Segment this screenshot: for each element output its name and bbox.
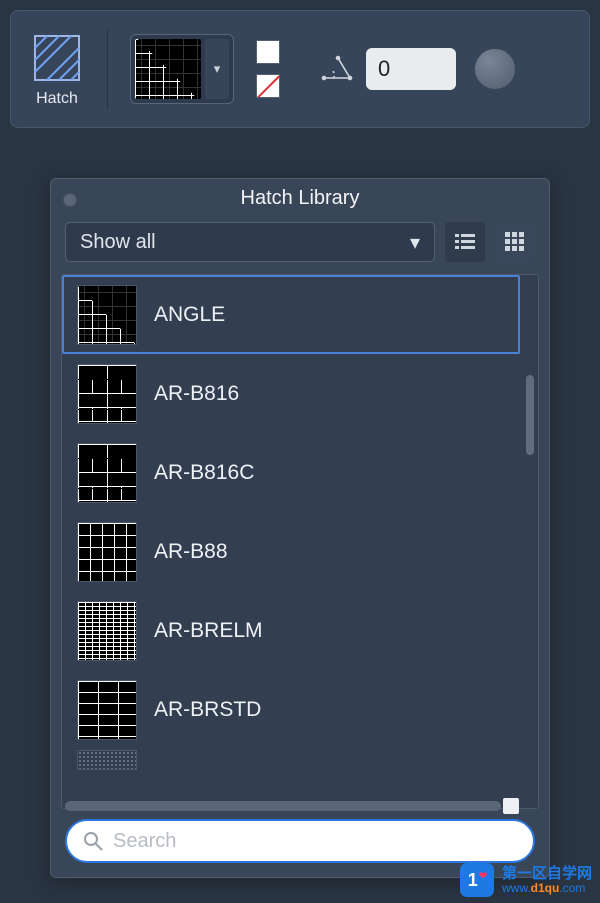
watermark: 1❤ 第一区自学网 www.d1qu.com	[460, 863, 592, 897]
watermark-text: 第一区自学网 www.d1qu.com	[502, 866, 592, 894]
hatch-tool-label: Hatch	[36, 90, 78, 108]
scrollbar-horizontal-thumb[interactable]	[503, 798, 519, 814]
list-view-button[interactable]	[445, 222, 485, 262]
list-item[interactable]: AR-B88	[62, 512, 520, 591]
pattern-thumb	[78, 365, 136, 423]
pattern-picker[interactable]: ▾	[130, 34, 234, 104]
color-swatches	[256, 40, 280, 98]
angle-group	[320, 48, 516, 90]
list-item[interactable]: AR-B816	[62, 354, 520, 433]
chevron-down-icon: ▾	[205, 39, 229, 99]
pattern-thumb	[78, 523, 136, 581]
scrollbar-vertical[interactable]	[526, 375, 534, 455]
search-field[interactable]	[65, 819, 535, 863]
pattern-thumb	[78, 751, 136, 769]
scrollbar-horizontal[interactable]	[65, 801, 501, 811]
pattern-label: AR-BRELM	[154, 619, 263, 643]
pattern-thumb	[78, 602, 136, 660]
pattern-thumb	[78, 681, 136, 739]
watermark-badge: 1❤	[460, 863, 494, 897]
search-icon	[83, 831, 103, 851]
list-item[interactable]: AR-BRSTD	[62, 670, 520, 749]
background-color-swatch[interactable]	[256, 74, 280, 98]
pattern-label: AR-B88	[154, 540, 228, 564]
pattern-label: ANGLE	[154, 303, 225, 327]
foreground-color-swatch[interactable]	[256, 40, 280, 64]
separator	[107, 29, 108, 109]
pattern-label: AR-BRSTD	[154, 698, 261, 722]
pattern-thumb	[78, 444, 136, 502]
angle-icon	[320, 52, 354, 87]
list-item[interactable]	[62, 749, 520, 775]
filter-label: Show all	[80, 231, 156, 254]
hatch-tool-button[interactable]: Hatch	[29, 30, 85, 108]
chevron-down-icon: ▾	[410, 230, 420, 255]
filter-dropdown[interactable]: Show all ▾	[65, 222, 435, 262]
list-item[interactable]: AR-BRELM	[62, 591, 520, 670]
hatch-toolbar: Hatch ▾	[10, 10, 590, 128]
pattern-label: AR-B816C	[154, 461, 254, 485]
panel-title: Hatch Library	[51, 179, 549, 220]
angle-knob[interactable]	[474, 48, 516, 90]
pattern-label: AR-B816	[154, 382, 239, 406]
list-item[interactable]: AR-B816C	[62, 433, 520, 512]
hatch-library-panel: Hatch Library Show all ▾ ANGLE AR-B816 AR-…	[50, 178, 550, 878]
angle-input[interactable]	[366, 48, 456, 90]
pattern-thumb	[78, 286, 136, 344]
list-item[interactable]: ANGLE	[62, 275, 520, 354]
pattern-list: ANGLE AR-B816 AR-B816C AR-B88 AR-BRELM AR-BRS…	[61, 274, 539, 809]
current-pattern-thumb	[135, 39, 201, 99]
grid-view-button[interactable]	[495, 222, 535, 262]
search-input[interactable]	[113, 830, 517, 853]
hatch-icon	[29, 30, 85, 86]
